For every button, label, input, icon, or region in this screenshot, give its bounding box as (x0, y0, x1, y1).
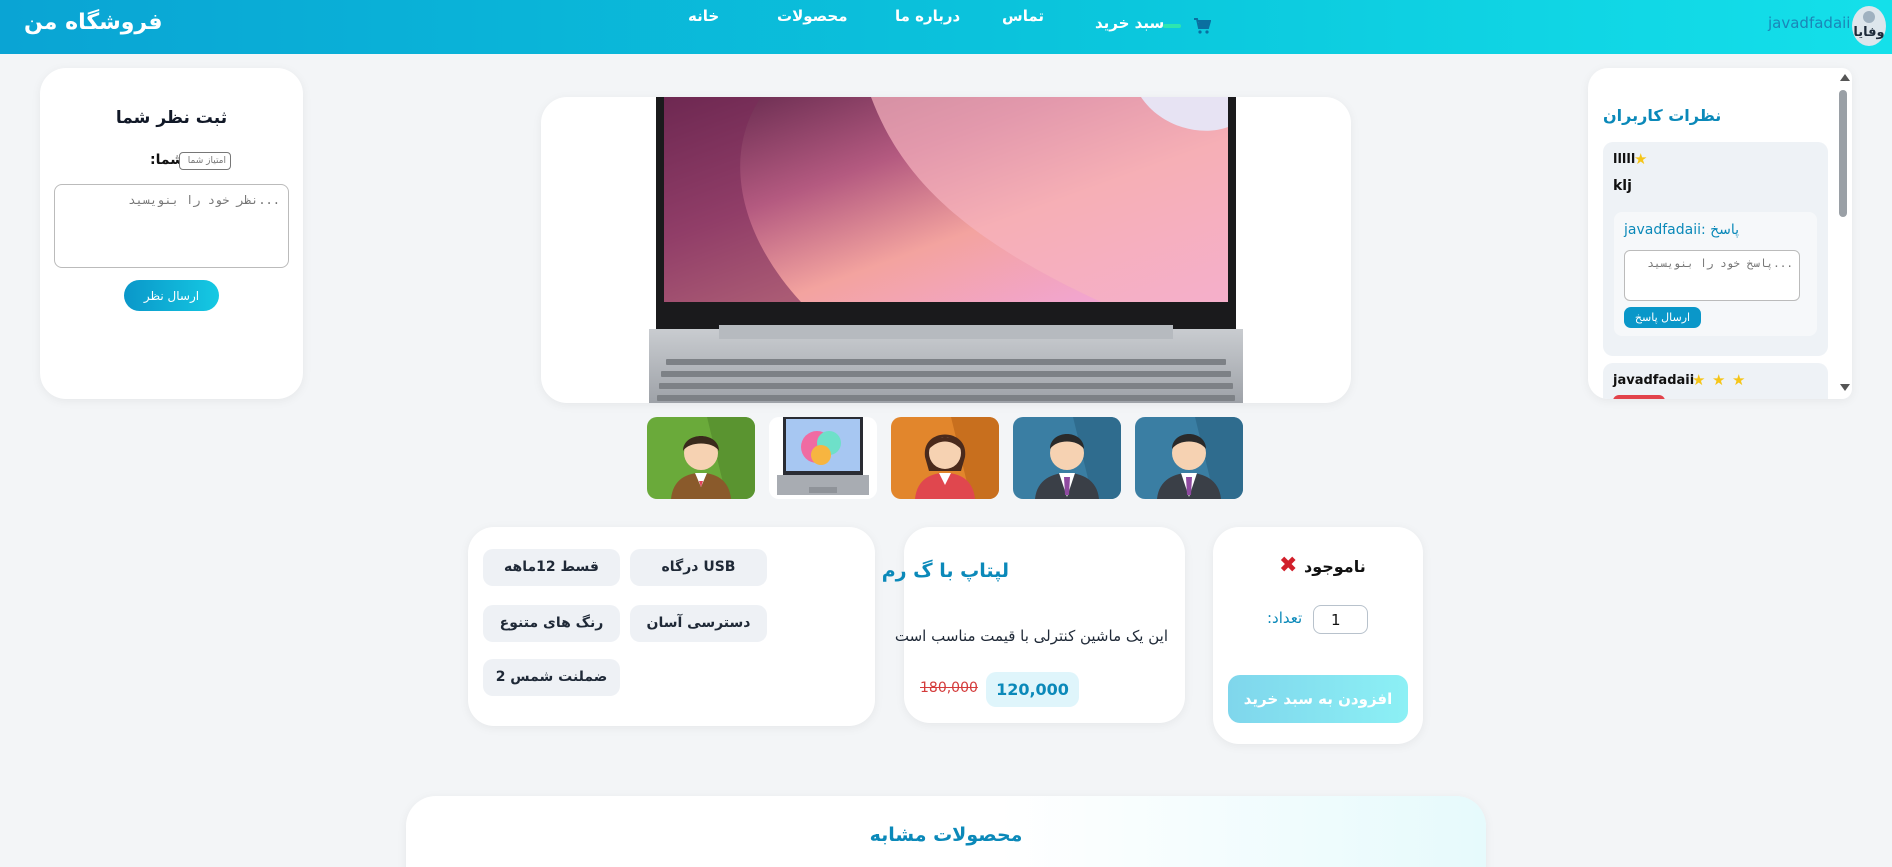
feature-tag: ضملنت شمس 2 (483, 659, 620, 696)
stock-status: ناموجود (1304, 557, 1366, 576)
out-of-stock-icon: ✖ (1279, 553, 1298, 578)
rating-input[interactable] (179, 152, 231, 170)
quantity-input[interactable] (1313, 605, 1368, 634)
star-icon: ★ (1692, 371, 1706, 389)
cart-icon[interactable] (1193, 17, 1211, 35)
comments-panel: نظرات کاربران lllll ★ klj javadfadaii: پ… (1588, 68, 1852, 399)
current-price: 120,000 (986, 672, 1079, 707)
product-main-image[interactable] (541, 97, 1351, 403)
avatar-blue-icon (1157, 417, 1243, 499)
avatar-green-icon (671, 417, 755, 499)
thumbnail-2[interactable] (769, 417, 877, 499)
star-icon: ★ (1712, 371, 1726, 389)
comment-username: javadfadaii (1613, 373, 1695, 388)
thumbnail-3[interactable] (891, 417, 999, 499)
star-icon: ★ (1634, 150, 1648, 168)
feature-tag: رنگ های متنوع (483, 605, 620, 642)
submit-reply-button[interactable]: ارسال پاسخ (1624, 307, 1701, 328)
comment-text: klj (1613, 178, 1632, 194)
avatar-text: وفایا (1853, 25, 1885, 40)
thumbnail-strip (647, 417, 1245, 499)
top-navbar: فروشگاه من خانه محصولات درباره ما تماس س… (0, 0, 1892, 54)
submit-review-button[interactable]: ارسال نظر (124, 280, 219, 311)
avatar-orange-icon (915, 417, 999, 499)
purchase-card: ناموجود ✖ تعداد: افزودن به سبد خرید (1213, 527, 1423, 744)
thumbnail-4[interactable] (1013, 417, 1121, 499)
add-to-cart-button[interactable]: افزودن به سبد خرید (1228, 675, 1408, 723)
nav-link-home[interactable]: خانه (688, 7, 719, 25)
thumbnail-5[interactable] (1135, 417, 1243, 499)
nav-link-cart[interactable]: سبد خرید (1095, 14, 1164, 32)
comment-username: lllll (1613, 152, 1636, 167)
avatar-blue-icon (1035, 417, 1121, 499)
delete-button[interactable] (1613, 395, 1665, 399)
reply-textarea[interactable] (1624, 250, 1800, 301)
laptop-image (649, 97, 1243, 403)
comment-item: javadfadaii ★ ★ ★ (1603, 363, 1828, 399)
product-description: این یک ماشین کنترلی با قیمت مناسب است (894, 627, 1168, 645)
old-price: 180,000 (920, 680, 978, 696)
product-info-card: لپتاپ با گ رم این یک ماشین کنترلی با قیم… (882, 527, 1185, 723)
cart-count-indicator (1163, 24, 1181, 28)
feature-tag: USB درگاه (630, 549, 767, 586)
similar-products-section: محصولات مشابه (406, 796, 1486, 867)
review-form-card: ثبت نظر شما :امتیاز شما ارسال نظر (40, 68, 303, 399)
nav-link-about[interactable]: درباره ما (895, 7, 960, 25)
nav-link-contact[interactable]: تماس (1002, 7, 1044, 25)
scrollbar-thumb[interactable] (1839, 90, 1847, 217)
star-icon: ★ (1732, 371, 1746, 389)
reply-title: javadfadaii: پاسخ (1624, 222, 1740, 238)
laptop-thumbnail-icon (777, 417, 869, 495)
user-avatar[interactable]: وفایا (1852, 6, 1886, 46)
feature-tag: قسط 12ماهه (483, 549, 620, 586)
nav-link-products[interactable]: محصولات (777, 7, 848, 25)
thumbnail-1[interactable] (647, 417, 755, 499)
features-card: USB درگاه قسط 12ماهه دسترسی آسان رنگ های… (468, 527, 875, 726)
comment-textarea[interactable] (54, 184, 289, 268)
quantity-label: تعداد: (1267, 609, 1303, 627)
scroll-down-icon[interactable] (1840, 384, 1850, 391)
similar-products-title: محصولات مشابه (869, 824, 1023, 846)
product-title: لپتاپ با گ رم (881, 560, 1009, 582)
comment-item: lllll ★ klj javadfadaii: پاسخ ارسال پاسخ (1603, 142, 1828, 356)
username-label[interactable]: javadfadaii (1768, 14, 1850, 32)
brand-logo[interactable]: فروشگاه من (24, 10, 163, 35)
comments-title: نظرات کاربران (1603, 106, 1722, 125)
feature-tag: دسترسی آسان (630, 605, 767, 642)
review-form-title: ثبت نظر شما (115, 108, 228, 128)
reply-box: javadfadaii: پاسخ ارسال پاسخ (1614, 212, 1817, 336)
scroll-up-icon[interactable] (1840, 74, 1850, 81)
